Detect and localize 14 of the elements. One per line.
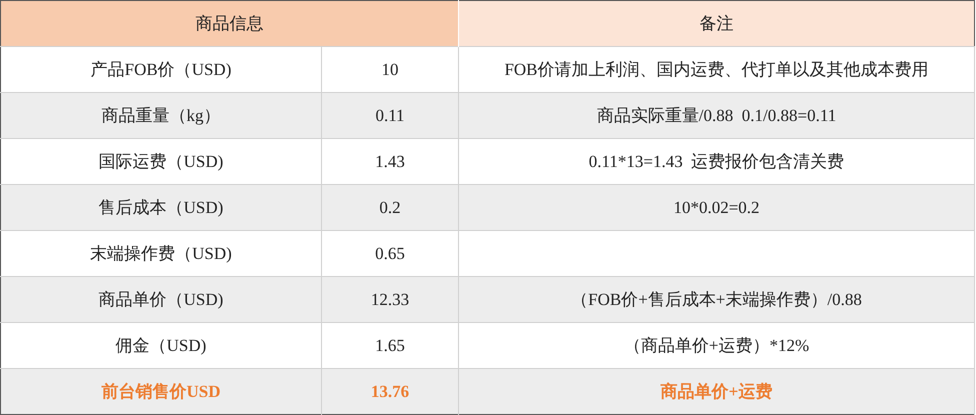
table-cell: 前台销售价USD [0,368,322,414]
table-cell: 12.33 [322,276,458,322]
table-cell: （FOB价+售后成本+末端操作费）/0.88 [458,276,974,322]
table-cell: 商品单价+运费 [458,368,974,414]
table-cell: 商品重量（kg） [0,92,322,138]
table-cell: 13.76 [322,368,458,414]
table-cell: 0.2 [322,184,458,230]
table-cell: 售后成本（USD) [0,184,322,230]
column-header: 商品信息 [0,0,458,46]
table-cell: 0.11 [322,92,458,138]
table-cell: 商品实际重量/0.88 0.1/0.88=0.11 [458,92,974,138]
table-cell: 商品单价（USD) [0,276,322,322]
table-cell: 10*0.02=0.2 [458,184,974,230]
column-header: 备注 [458,0,974,46]
